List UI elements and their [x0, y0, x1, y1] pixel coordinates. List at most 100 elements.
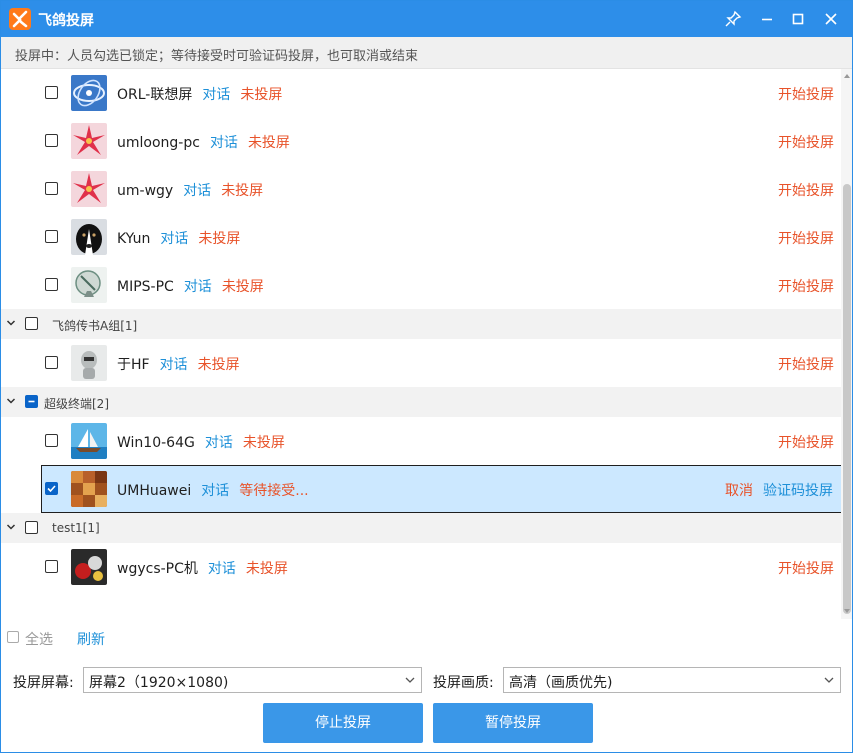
- start-cast-link[interactable]: 开始投屏: [778, 558, 834, 578]
- info-text: 投屏中：人员勾选已锁定；等待接受时可验证码投屏，也可取消或结束: [15, 49, 419, 64]
- list-item[interactable]: 于HF 对话 未投屏 开始投屏: [41, 339, 841, 387]
- row-checkbox[interactable]: [45, 182, 58, 195]
- row-checkbox-checked[interactable]: [45, 482, 58, 495]
- verify-code-cast-link[interactable]: 验证码投屏: [763, 480, 833, 500]
- group-checkbox-partial[interactable]: [25, 395, 38, 408]
- list-item[interactable]: KYun 对话 未投屏 开始投屏: [41, 213, 841, 261]
- device-name-line: 于HF 对话 未投屏: [117, 354, 240, 374]
- status-text: 未投屏: [240, 87, 283, 103]
- device-name: 于HF: [117, 357, 150, 373]
- group-header[interactable]: test1[1]: [1, 513, 841, 543]
- select-all-checkbox[interactable]: [7, 631, 19, 643]
- list-item[interactable]: ORL-联想屏 对话 未投屏 开始投屏: [41, 69, 841, 117]
- device-name: KYun: [117, 231, 151, 247]
- robot-avatar: [71, 345, 107, 381]
- red-flower-avatar: [71, 171, 107, 207]
- chat-link[interactable]: 对话: [183, 183, 211, 199]
- satellite-dish-avatar: [71, 267, 107, 303]
- chevron-down-icon: [824, 677, 834, 683]
- chess-avatar: [71, 549, 107, 585]
- chevron-down-icon[interactable]: [6, 318, 16, 328]
- row-checkbox[interactable]: [45, 356, 58, 369]
- maximize-icon[interactable]: [788, 9, 808, 29]
- row-checkbox[interactable]: [45, 86, 58, 99]
- group-header[interactable]: 飞鸽传书A组[1]: [1, 309, 841, 339]
- device-name: umloong-pc: [117, 135, 200, 151]
- chat-link[interactable]: 对话: [201, 483, 229, 499]
- device-name-line: UMHuawei 对话 等待接受...: [117, 480, 309, 500]
- screen-select[interactable]: 屏幕2（1920×1080): [83, 667, 422, 693]
- row-checkbox[interactable]: [45, 560, 58, 573]
- start-cast-link[interactable]: 开始投屏: [778, 84, 834, 104]
- device-list: ORL-联想屏 对话 未投屏 开始投屏 umloong-pc 对话 未投屏 开始投屏 u…: [1, 69, 841, 619]
- status-text: 未投屏: [197, 357, 240, 373]
- device-name: wgycs-PC机: [117, 561, 198, 577]
- row-checkbox[interactable]: [45, 278, 58, 291]
- minimize-icon[interactable]: [757, 9, 777, 29]
- pause-cast-button[interactable]: 暂停投屏: [433, 703, 593, 743]
- app-window: 飞鸽投屏 投屏中：人员勾选已锁定；等待接受时可验证码投屏，也可取消或结束 ORL…: [0, 0, 853, 753]
- list-item[interactable]: Win10-64G 对话 未投屏 开始投屏: [41, 417, 841, 465]
- scrollbar-thumb[interactable]: [843, 184, 851, 614]
- wood-pattern-avatar: [71, 471, 107, 507]
- start-cast-link[interactable]: 开始投屏: [778, 354, 834, 374]
- status-text: 未投屏: [247, 135, 290, 151]
- screen-label: 投屏屏幕:: [13, 675, 74, 691]
- status-text: 等待接受...: [239, 483, 309, 499]
- device-name-line: MIPS-PC 对话 未投屏: [117, 276, 264, 296]
- chat-link[interactable]: 对话: [202, 87, 230, 103]
- status-text: 未投屏: [245, 561, 288, 577]
- row-checkbox[interactable]: [45, 434, 58, 447]
- start-cast-link[interactable]: 开始投屏: [778, 180, 834, 200]
- quality-select-value: 高清（画质优先): [509, 675, 613, 691]
- chat-link[interactable]: 对话: [160, 231, 188, 247]
- scroll-up-icon[interactable]: [843, 72, 851, 80]
- list-item[interactable]: wgycs-PC机 对话 未投屏 开始投屏: [41, 543, 841, 591]
- pin-icon[interactable]: [723, 9, 743, 29]
- spiral-avatar: [71, 75, 107, 111]
- start-cast-link[interactable]: 开始投屏: [778, 132, 834, 152]
- app-logo-icon: [9, 8, 31, 30]
- chat-link[interactable]: 对话: [205, 435, 233, 451]
- device-name-line: Win10-64G 对话 未投屏: [117, 432, 285, 452]
- stop-cast-button[interactable]: 停止投屏: [263, 703, 423, 743]
- group-checkbox[interactable]: [25, 521, 38, 534]
- chevron-down-icon[interactable]: [6, 522, 16, 532]
- quality-select[interactable]: 高清（画质优先): [503, 667, 841, 693]
- title-bar: 飞鸽投屏: [1, 1, 852, 37]
- start-cast-link[interactable]: 开始投屏: [778, 228, 834, 248]
- refresh-link[interactable]: 刷新: [77, 629, 105, 649]
- chat-link[interactable]: 对话: [160, 357, 188, 373]
- row-checkbox[interactable]: [45, 230, 58, 243]
- checkmark-icon: [47, 485, 56, 493]
- list-item[interactable]: umloong-pc 对话 未投屏 开始投屏: [41, 117, 841, 165]
- chat-link[interactable]: 对话: [184, 279, 212, 295]
- vertical-scrollbar[interactable]: [841, 69, 852, 619]
- close-icon[interactable]: [821, 9, 841, 29]
- start-cast-link[interactable]: 开始投屏: [778, 276, 834, 296]
- status-text: 未投屏: [221, 279, 264, 295]
- scroll-down-icon[interactable]: [843, 607, 851, 615]
- chevron-down-icon[interactable]: [6, 396, 16, 406]
- device-name-line: umloong-pc 对话 未投屏: [117, 132, 290, 152]
- device-name-line: KYun 对话 未投屏: [117, 228, 240, 248]
- list-item[interactable]: MIPS-PC 对话 未投屏 开始投屏: [41, 261, 841, 309]
- chat-link[interactable]: 对话: [208, 561, 236, 577]
- dog-avatar: [71, 219, 107, 255]
- screen-select-value: 屏幕2（1920×1080): [89, 675, 229, 691]
- group-checkbox[interactable]: [25, 317, 38, 330]
- row-checkbox[interactable]: [45, 134, 58, 147]
- device-name: um-wgy: [117, 183, 174, 199]
- device-name-line: wgycs-PC机 对话 未投屏: [117, 558, 288, 578]
- group-header[interactable]: 超级终端[2]: [1, 387, 841, 417]
- device-name: ORL-联想屏: [117, 87, 193, 103]
- chat-link[interactable]: 对话: [210, 135, 238, 151]
- status-text: 未投屏: [221, 183, 264, 199]
- cancel-link[interactable]: 取消: [725, 480, 753, 500]
- chevron-down-icon: [405, 677, 415, 683]
- start-cast-link[interactable]: 开始投屏: [778, 432, 834, 452]
- select-all-label[interactable]: 全选: [25, 629, 53, 649]
- list-item-selected[interactable]: UMHuawei 对话 等待接受... 取消 验证码投屏: [41, 465, 841, 513]
- device-name-line: ORL-联想屏 对话 未投屏: [117, 84, 282, 104]
- list-item[interactable]: um-wgy 对话 未投屏 开始投屏: [41, 165, 841, 213]
